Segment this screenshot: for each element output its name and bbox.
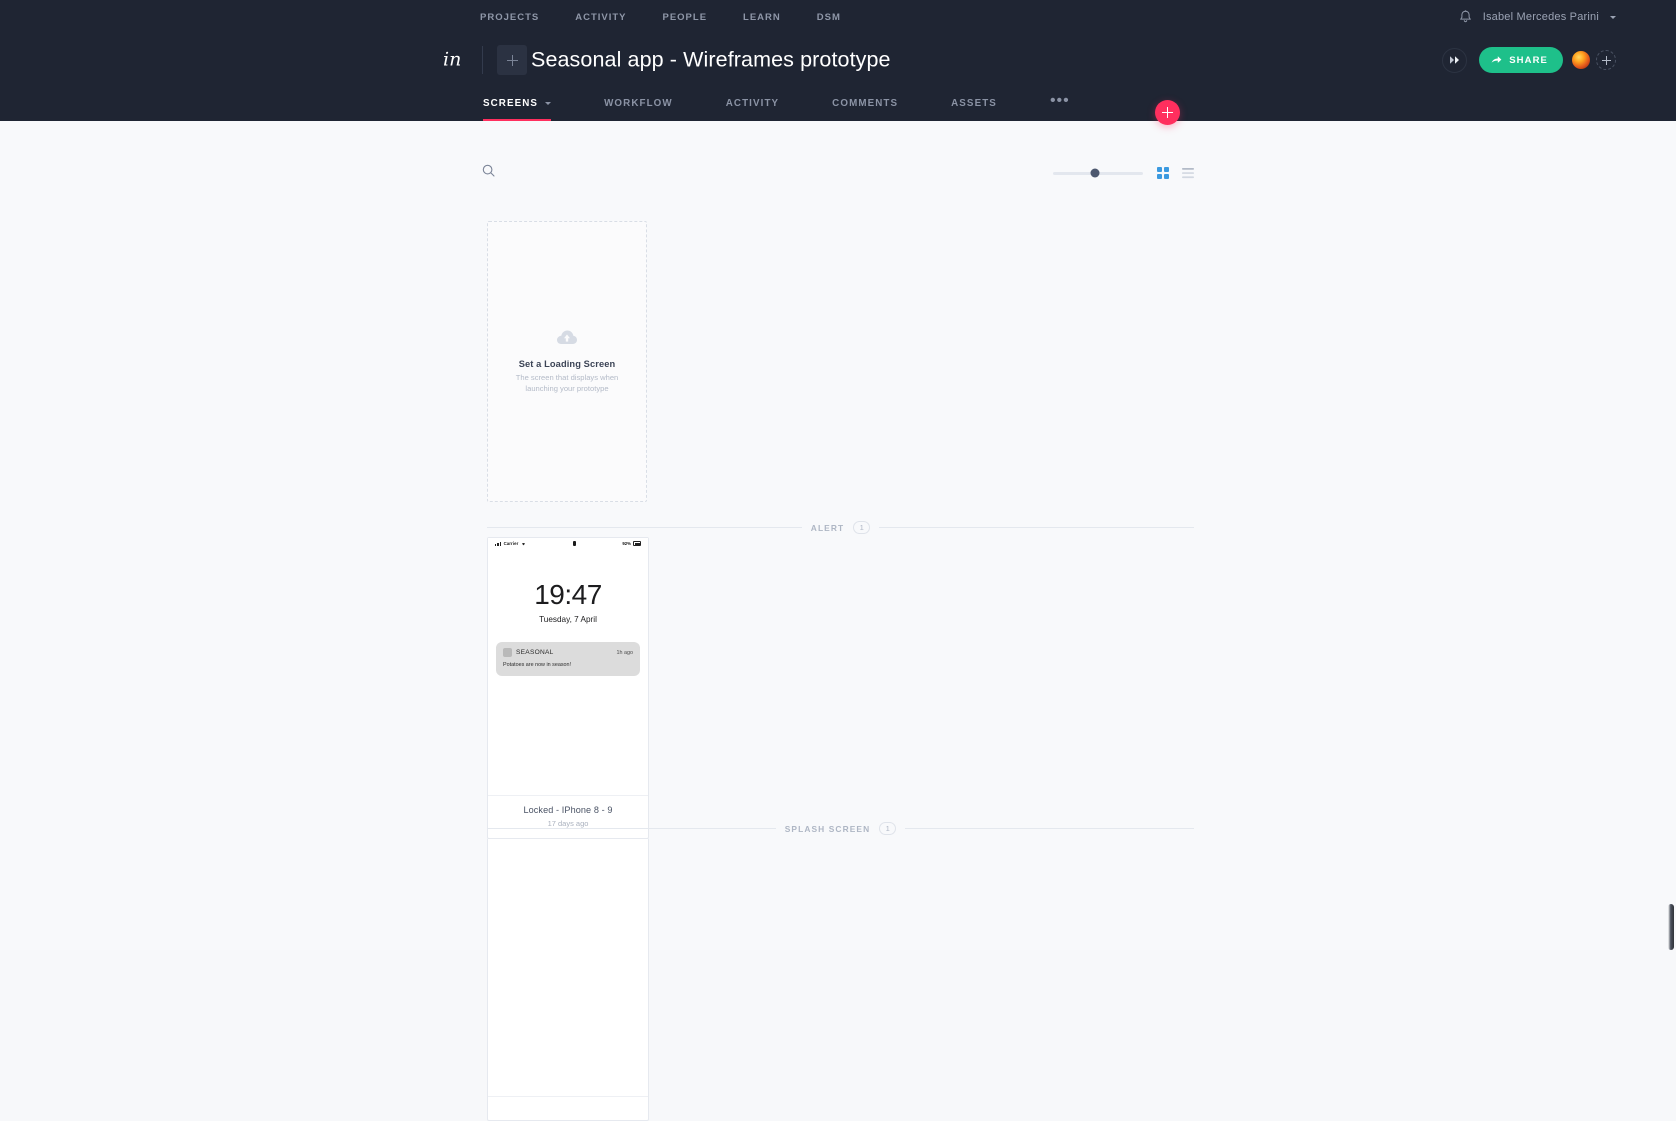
- global-nav-projects[interactable]: PROJECTS: [480, 12, 539, 23]
- tab-comments-label: COMMENTS: [832, 98, 899, 109]
- tab-workflow-label: WORKFLOW: [604, 98, 673, 109]
- notification-app-info: SEASONAL: [503, 648, 554, 657]
- search-area: [482, 158, 683, 188]
- add-screen-button[interactable]: [1155, 100, 1180, 125]
- global-nav-right: Isabel Mercedes Parini: [1459, 0, 1616, 34]
- loading-card-title: Set a Loading Screen: [518, 359, 616, 370]
- lockscreen-date: Tuesday, 7 April: [539, 615, 597, 624]
- chevron-down-icon: [545, 102, 552, 105]
- tab-comments[interactable]: COMMENTS: [832, 86, 898, 121]
- section-divider-alert: ALERT 1: [487, 521, 1195, 534]
- app-icon: [503, 648, 512, 657]
- toolbar-right-controls: [1053, 158, 1194, 188]
- set-loading-screen-card[interactable]: Set a Loading Screen The screen that dis…: [487, 221, 647, 502]
- tab-assets[interactable]: ASSETS: [951, 86, 997, 121]
- share-arrow-icon: [1491, 56, 1502, 63]
- notification-body: Potatoes are now in season!: [503, 662, 572, 668]
- view-toggle-group: [1157, 167, 1194, 179]
- top-header-bar: PROJECTS ACTIVITY PEOPLE LEARN DSM Isabe…: [0, 0, 1676, 121]
- global-nav-items: PROJECTS ACTIVITY PEOPLE LEARN DSM: [480, 12, 877, 23]
- battery-icon: [633, 541, 641, 546]
- bell-icon[interactable]: [1459, 10, 1472, 24]
- collaborator-avatars: [1571, 50, 1616, 70]
- global-navigation: PROJECTS ACTIVITY PEOPLE LEARN DSM Isabe…: [0, 0, 1676, 34]
- screen-card-splash[interactable]: [487, 838, 649, 1121]
- screen-card-meta: [488, 1096, 648, 1120]
- tab-assets-label: ASSETS: [951, 98, 997, 109]
- tab-screens-label: SCREENS: [483, 98, 539, 109]
- section-label-splash: SPLASH SCREEN: [784, 823, 871, 834]
- ios-notch-indicator: [572, 541, 576, 546]
- zoom-slider[interactable]: [1053, 165, 1143, 181]
- add-project-button[interactable]: [497, 45, 527, 75]
- screen-thumbnail: [488, 839, 648, 1096]
- ios-status-right: 92%: [622, 541, 641, 546]
- tab-activity[interactable]: ACTIVITY: [726, 86, 779, 121]
- divider-line-left: [487, 828, 776, 829]
- loading-card-subtitle: The screen that displays when launching …: [515, 373, 619, 393]
- zoom-slider-handle[interactable]: [1090, 168, 1100, 178]
- add-collaborator-button[interactable]: [1596, 50, 1616, 70]
- tab-activity-label: ACTIVITY: [725, 98, 780, 109]
- ios-status-left: Carrier: [495, 541, 526, 546]
- chevron-down-icon[interactable]: [1610, 15, 1616, 19]
- page-title[interactable]: Seasonal app - Wireframes prototype: [531, 48, 891, 73]
- notification-app-name: SEASONAL: [516, 649, 554, 656]
- global-nav-learn[interactable]: LEARN: [743, 12, 781, 23]
- notification-card: SEASONAL 1h ago Potatoes are now in seas…: [496, 642, 640, 676]
- divider-line-right: [879, 527, 1195, 528]
- list-view-icon[interactable]: [1182, 167, 1194, 179]
- search-icon[interactable]: [482, 164, 495, 182]
- global-nav-people[interactable]: PEOPLE: [663, 12, 708, 23]
- section-count-alert: 1: [853, 521, 871, 534]
- tab-workflow[interactable]: WORKFLOW: [604, 86, 673, 121]
- divider-line-right: [905, 828, 1194, 829]
- scrollbar[interactable]: [1668, 904, 1674, 950]
- global-nav-activity[interactable]: ACTIVITY: [575, 12, 626, 23]
- logo-divider: [482, 46, 483, 74]
- tabs-overflow-button[interactable]: •••: [1050, 93, 1070, 109]
- user-name-label[interactable]: Isabel Mercedes Parini: [1483, 11, 1599, 23]
- section-count-splash: 1: [879, 822, 897, 835]
- section-divider-splash: SPLASH SCREEN 1: [487, 822, 1194, 835]
- signal-bars-icon: [495, 541, 502, 546]
- project-title-row: in Seasonal app - Wireframes prototype S…: [0, 34, 1676, 86]
- avatar[interactable]: [1571, 50, 1591, 70]
- ios-status-bar: Carrier 92%: [488, 538, 648, 549]
- project-tabs-row: SCREENS WORKFLOW ACTIVITY COMMENTS ASSET…: [0, 86, 1676, 121]
- play-preview-icon: [1449, 56, 1459, 64]
- divider-line-left: [487, 527, 802, 528]
- plus-icon: [506, 54, 518, 66]
- battery-percent-label: 92%: [622, 541, 631, 546]
- invision-logo[interactable]: in: [443, 50, 461, 70]
- grid-view-icon[interactable]: [1157, 167, 1169, 179]
- lockscreen-time: 19:47: [534, 579, 602, 610]
- tab-screens[interactable]: SCREENS: [483, 86, 552, 121]
- cloud-upload-icon: [556, 329, 578, 350]
- header-actions: SHARE: [1442, 47, 1616, 73]
- plus-icon: [1601, 55, 1611, 65]
- share-button[interactable]: SHARE: [1479, 47, 1563, 73]
- notification-timestamp: 1h ago: [616, 649, 634, 656]
- section-label-alert: ALERT: [810, 522, 845, 533]
- carrier-label: Carrier: [503, 541, 519, 546]
- search-input[interactable]: [503, 166, 683, 180]
- plus-icon: [1162, 107, 1173, 118]
- screen-card-name: Locked - IPhone 8 - 9: [523, 805, 613, 815]
- global-nav-dsm[interactable]: DSM: [817, 12, 841, 23]
- screens-toolbar: [0, 158, 1676, 188]
- screen-thumbnail: Carrier 92% 19:47 Tuesday, 7 April SEASO…: [488, 538, 648, 795]
- notification-header: SEASONAL 1h ago: [503, 648, 633, 657]
- wifi-icon: [521, 543, 525, 546]
- preview-button[interactable]: [1442, 47, 1468, 73]
- share-label: SHARE: [1509, 54, 1548, 66]
- project-tabs: SCREENS WORKFLOW ACTIVITY COMMENTS ASSET…: [483, 86, 1070, 121]
- screens-content-area: Set a Loading Screen The screen that dis…: [0, 121, 1676, 1121]
- screen-card-locked-iphone[interactable]: Carrier 92% 19:47 Tuesday, 7 April SEASO…: [487, 537, 649, 839]
